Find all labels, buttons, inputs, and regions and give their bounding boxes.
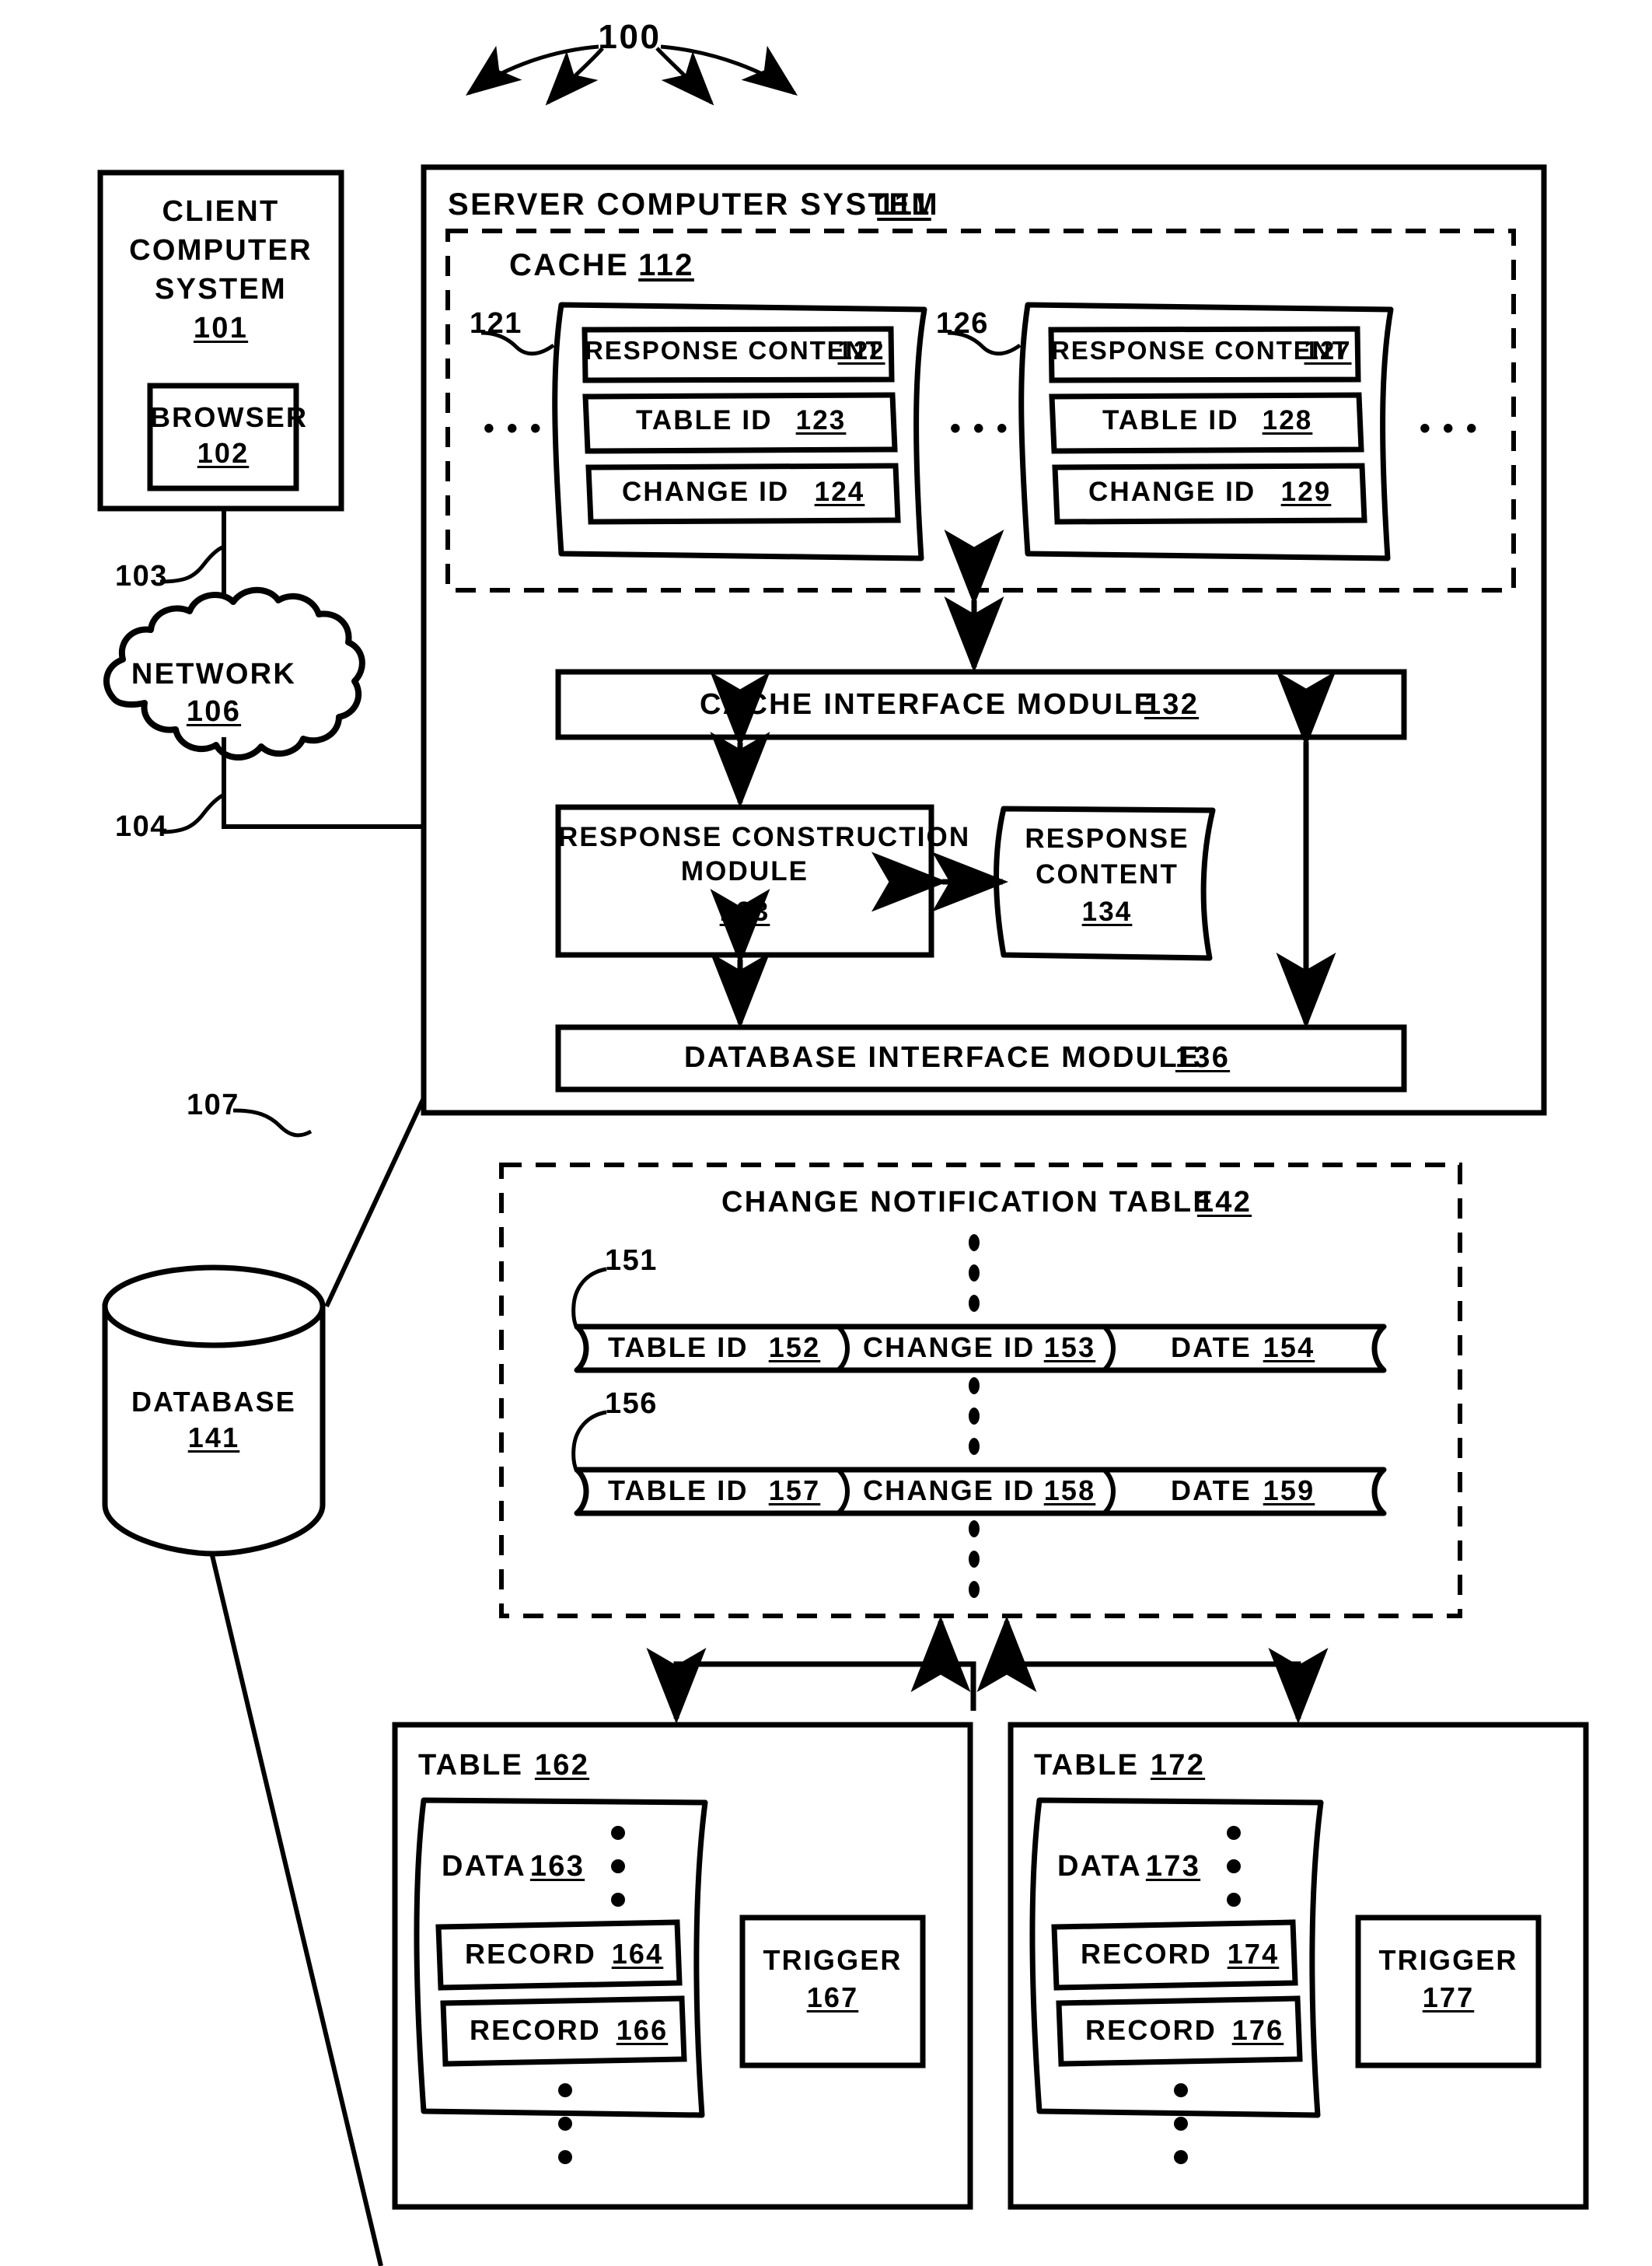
figure-callout-number: 100 [598, 18, 662, 56]
cnt-row-151-ref: 151 [605, 1244, 658, 1277]
database-ref: 141 [187, 1421, 240, 1453]
cnt-151-cell-152-ref: 152 [768, 1331, 821, 1363]
cnt-to-table-172-arrow [1007, 1648, 1329, 1724]
cache-ref: 112 [638, 248, 694, 282]
response-construction-module-line2: MODULE [680, 856, 809, 886]
table-172-record-174-ref: 174 [1227, 1938, 1280, 1970]
cnt-151-cell-154-ref: 154 [1263, 1331, 1315, 1363]
cache-entry-121-ref: 121 [470, 307, 522, 340]
change-notification-table-title: CHANGE NOTIFICATION TABLE [721, 1186, 1214, 1219]
table-172-record-176-ref: 176 [1231, 2014, 1284, 2046]
table-162-record-166-label: RECORD [470, 2014, 601, 2046]
link-104-leader [159, 792, 225, 834]
link-107-ref: 107 [187, 1089, 239, 1121]
change-notification-table-ref: 142 [1196, 1186, 1252, 1219]
link-104-ref: 104 [115, 810, 168, 843]
client-computer-system-title-line3: SYSTEM [155, 273, 287, 306]
cache-126-row-127-label: RESPONSE CONTENT [1051, 336, 1350, 365]
table-162-record-164-ref: 164 [611, 1938, 664, 1970]
link-107-leader [232, 1108, 313, 1138]
cache-121-row-123-label: TABLE ID [636, 405, 773, 435]
database-label: DATABASE [131, 1386, 296, 1418]
table-172-record-176-label: RECORD [1085, 2014, 1217, 2046]
server-computer-system-title: SERVER COMPUTER SYSTEM [448, 187, 940, 222]
table-172-data-ref: 173 [1145, 1850, 1201, 1883]
client-computer-system-ref: 101 [193, 312, 249, 344]
table-172-trigger-label: TRIGGER [1378, 1944, 1518, 1976]
response-construction-module-line1: RESPONSE CONSTRUCTION [558, 822, 971, 852]
cache-126-row-128-ref: 128 [1262, 405, 1313, 435]
cache-ellipsis-left: • • • [483, 411, 543, 446]
response-content-134-ref: 134 [1081, 897, 1133, 927]
server-computer-system-ref: 111 [877, 187, 931, 222]
link-103-leader [159, 544, 225, 584]
table-172-record-174-label: RECORD [1081, 1938, 1212, 1970]
network-label: NETWORK [131, 658, 297, 691]
database-interface-module-ref: 136 [1175, 1041, 1231, 1074]
cnt-row-156-ref: 156 [605, 1387, 658, 1420]
database-cylinder-top [102, 1264, 326, 1348]
table-172-ref: 172 [1150, 1749, 1206, 1782]
client-computer-system-title-line2: COMPUTER [129, 234, 313, 267]
cache-121-row-124-label: CHANGE ID [622, 477, 790, 507]
table-162-trigger-ref: 167 [806, 1981, 859, 2013]
table-162-data-ref: 163 [529, 1850, 585, 1883]
cnt-156-cell-158-ref: 158 [1043, 1474, 1096, 1506]
cache-121-row-122-label: RESPONSE CONTENT [585, 336, 883, 365]
cache-121-row-124-ref: 124 [814, 477, 865, 507]
cache-interface-module-ref: 132 [1144, 688, 1200, 721]
cache-121-row-122-ref: 122 [837, 336, 885, 365]
cnt-156-cell-159-ref: 159 [1263, 1474, 1315, 1506]
cache-interface-module-label: CACHE INTERFACE MODULE [700, 688, 1156, 721]
network-ref: 106 [186, 695, 242, 728]
cache-126-row-129-label: CHANGE ID [1088, 477, 1256, 507]
table-162-trigger-label: TRIGGER [763, 1944, 903, 1976]
table-162-record-166-ref: 166 [616, 2014, 669, 2046]
cache-121-row-123-ref: 123 [795, 405, 847, 435]
database-bottom-line [209, 1551, 383, 2266]
cache-ellipsis-right: • • • [1419, 411, 1479, 446]
client-computer-system-title-line1: CLIENT [162, 195, 280, 228]
browser-label: BROWSER [150, 401, 309, 433]
cnt-row-156-leader [571, 1410, 607, 1473]
response-content-134-line1: RESPONSE [1025, 824, 1189, 854]
cnt-row-151-leader [571, 1267, 607, 1330]
cache-126-row-127-ref: 127 [1304, 336, 1352, 365]
cnt-151-cell-153-ref: 153 [1043, 1331, 1096, 1363]
table-172-trigger-ref: 177 [1422, 1981, 1475, 2013]
cnt-156-cell-157-label: TABLE ID [608, 1474, 749, 1506]
cache-126-row-128-label: TABLE ID [1102, 405, 1239, 435]
patent-figure-canvas: 100 CLIENT COMPUTER SYSTEM 101 BROWSER 1… [0, 0, 1652, 2266]
browser-ref: 102 [197, 437, 250, 469]
change-notification-vertical-dots [969, 1234, 980, 1598]
cnt-156-cell-158-label: CHANGE ID [863, 1474, 1036, 1506]
database-interface-module-label: DATABASE INTERFACE MODULE [684, 1041, 1200, 1074]
cache-entry-126-ref: 126 [936, 307, 989, 340]
cnt-151-cell-153-label: CHANGE ID [863, 1331, 1036, 1363]
link-103-ref: 103 [115, 560, 168, 593]
link-107-line [324, 1096, 426, 1308]
cache-126-row-129-ref: 129 [1280, 477, 1332, 507]
cnt-151-cell-152-label: TABLE ID [608, 1331, 749, 1363]
cnt-156-cell-157-ref: 157 [768, 1474, 821, 1506]
table-162-ref: 162 [534, 1749, 590, 1782]
response-construction-module-ref: 133 [719, 897, 770, 927]
cache-ellipsis-middle: • • • [949, 411, 1010, 446]
table-162-record-164-label: RECORD [465, 1938, 596, 1970]
response-content-134-line2: CONTENT [1036, 859, 1179, 890]
cnt-to-table-162-arrow [646, 1648, 976, 1724]
